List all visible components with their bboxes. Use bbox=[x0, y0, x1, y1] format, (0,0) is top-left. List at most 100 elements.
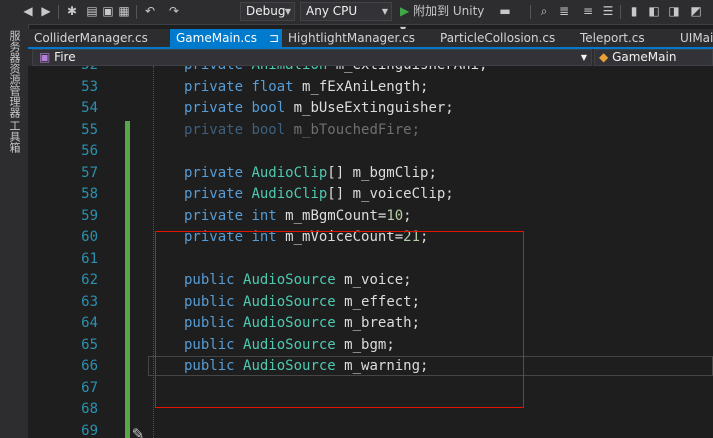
tab-label: ColliderManager.cs bbox=[34, 31, 148, 45]
code-line[interactable]: 58 private AudioClip[] m_voiceClip; bbox=[28, 184, 713, 206]
code-token: private bbox=[184, 100, 252, 116]
code-token: m_fExAniLength; bbox=[302, 78, 429, 95]
clear-bookmarks-icon[interactable]: ◩ bbox=[688, 3, 704, 20]
platform-dropdown[interactable]: Any CPU ▼ bbox=[300, 2, 392, 21]
open-file-icon[interactable]: ▤ bbox=[84, 3, 100, 20]
annotation-highlight-box bbox=[155, 231, 524, 408]
code-line[interactable]: 52 private Animation m_extinguisherAni; bbox=[28, 66, 713, 77]
code-token: private bbox=[184, 66, 251, 73]
line-number: 65 bbox=[81, 336, 98, 353]
line-number: 61 bbox=[81, 250, 98, 267]
class-name: GameMain bbox=[612, 50, 677, 64]
line-number: 64 bbox=[81, 315, 98, 331]
class-icon: ◆ bbox=[599, 50, 609, 64]
code-token: 10 bbox=[386, 207, 404, 224]
code-token: float bbox=[251, 78, 303, 95]
code-token: int bbox=[251, 207, 286, 224]
toolbar-separator bbox=[58, 5, 59, 19]
code-text: private bool m_bTouchedFire; bbox=[184, 120, 420, 141]
code-token: private bbox=[184, 164, 252, 181]
code-token: bool bbox=[251, 100, 294, 116]
chevron-down-icon: ▼ bbox=[284, 7, 291, 16]
project-name: Fire bbox=[54, 50, 76, 64]
next-bookmark-icon[interactable]: ◨ bbox=[666, 3, 682, 20]
back-icon[interactable]: ◀ bbox=[20, 3, 36, 20]
project-dropdown[interactable]: ▣ Fire ▼ bbox=[32, 49, 592, 66]
line-number: 52 bbox=[28, 66, 98, 76]
code-token: private bbox=[184, 186, 252, 202]
save-icon[interactable]: ▣ bbox=[100, 3, 116, 20]
code-text: private bool m_bUseExtinguisher; bbox=[184, 98, 454, 119]
debug-target-icon[interactable]: ▬ bbox=[497, 3, 513, 20]
navigation-bar: ▣ Fire ▼ ◆ GameMain bbox=[28, 49, 713, 67]
code-line[interactable]: 69 bbox=[28, 421, 713, 438]
code-line[interactable]: 57 private AudioClip[] m_bgmClip; bbox=[28, 163, 713, 185]
line-number: 59 bbox=[81, 207, 98, 224]
line-number: 58 bbox=[81, 186, 98, 202]
tab-particlecollosion[interactable]: ParticleCollosion.cs bbox=[434, 29, 574, 48]
code-text: private float m_fExAniLength; bbox=[184, 77, 428, 98]
line-number: 57 bbox=[81, 164, 98, 181]
code-line[interactable]: 59 private int m_mBgmCount=10; bbox=[28, 206, 713, 228]
code-line[interactable]: 55 private bool m_bTouchedFire; bbox=[28, 120, 713, 142]
code-token: m_mBgmCount= bbox=[285, 207, 387, 224]
attach-unity-button[interactable]: ▶ 附加到 Unity ▼ bbox=[400, 3, 492, 34]
code-line[interactable]: 54 private bool m_bUseExtinguisher; bbox=[28, 98, 713, 120]
uncomment-icon[interactable]: ☰ bbox=[600, 3, 616, 20]
document-tab-bar: ColliderManager.cs GameMain.cs ⊐ × Hight… bbox=[28, 29, 713, 48]
attach-unity-label: 附加到 Unity bbox=[413, 4, 485, 18]
code-text: private int m_mBgmCount=10; bbox=[184, 206, 412, 227]
tab-gamemain[interactable]: GameMain.cs ⊐ × bbox=[170, 29, 282, 48]
comment-icon[interactable]: ≡ bbox=[580, 3, 596, 20]
chevron-down-icon: ▼ bbox=[580, 53, 587, 62]
code-token: ; bbox=[403, 207, 412, 224]
code-token: private bbox=[184, 78, 252, 95]
code-token: AudioClip bbox=[251, 186, 328, 202]
code-token: private bbox=[184, 207, 252, 224]
toolbox-tab[interactable]: 工具箱 bbox=[6, 120, 22, 153]
code-token: AudioClip bbox=[251, 164, 328, 181]
tab-hightlightmanager[interactable]: HightlightManager.cs bbox=[282, 29, 432, 48]
class-dropdown[interactable]: ◆ GameMain bbox=[594, 49, 713, 66]
code-text: private AudioClip[] m_bgmClip; bbox=[184, 163, 437, 184]
line-number: 63 bbox=[81, 293, 98, 310]
toolbar-separator bbox=[136, 5, 137, 19]
play-icon: ▶ bbox=[400, 4, 410, 18]
line-number: 55 bbox=[81, 121, 98, 138]
tab-collidermanager[interactable]: ColliderManager.cs bbox=[28, 29, 168, 48]
code-token: m_extinguisherAni; bbox=[336, 66, 488, 73]
configuration-dropdown[interactable]: Debug ▼ bbox=[240, 2, 295, 21]
line-number: 53 bbox=[81, 78, 98, 95]
format-icon[interactable]: ≣ bbox=[556, 3, 572, 20]
code-token: bool bbox=[251, 121, 294, 138]
tab-teleport[interactable]: Teleport.cs bbox=[574, 29, 674, 48]
code-line[interactable]: 56 bbox=[28, 141, 713, 163]
undo-icon[interactable]: ↶ bbox=[142, 3, 158, 20]
prev-bookmark-icon[interactable]: ◧ bbox=[646, 3, 662, 20]
code-token: [] m_voiceClip; bbox=[327, 186, 454, 202]
tab-label: UIMain bbox=[680, 31, 713, 45]
code-token: m_bUseExtinguisher; bbox=[293, 100, 454, 116]
toolbar-separator bbox=[530, 5, 531, 19]
server-explorer-tab[interactable]: 服务器资源管理器 bbox=[6, 30, 22, 118]
tab-uimain[interactable]: UIMain bbox=[674, 29, 713, 48]
new-project-icon[interactable]: ✱ bbox=[64, 3, 80, 20]
tab-label: GameMain.cs bbox=[176, 31, 258, 45]
platform-value: Any CPU bbox=[306, 4, 358, 18]
main-toolbar: ◀ ▶ ✱ ▤ ▣ ▦ ↶ ↷ Debug ▼ Any CPU ▼ ▶ 附加到 … bbox=[0, 0, 713, 34]
forward-icon[interactable]: ▶ bbox=[38, 3, 54, 20]
line-number: 60 bbox=[81, 229, 98, 245]
configuration-value: Debug bbox=[246, 4, 286, 18]
save-all-icon[interactable]: ▦ bbox=[116, 3, 132, 20]
pin-icon[interactable]: ⊐ bbox=[269, 31, 279, 45]
toolbar-separator bbox=[620, 5, 621, 19]
find-icon[interactable]: ⌕ bbox=[536, 3, 552, 20]
tab-label: Teleport.cs bbox=[580, 31, 645, 45]
bookmark-icon[interactable]: ▮ bbox=[626, 3, 642, 20]
redo-icon[interactable]: ↷ bbox=[166, 3, 182, 20]
tab-label: HightlightManager.cs bbox=[288, 31, 416, 45]
line-number: 67 bbox=[81, 379, 98, 396]
code-token: private bbox=[184, 121, 252, 138]
csharp-project-icon: ▣ bbox=[39, 50, 51, 64]
code-line[interactable]: 53 private float m_fExAniLength; bbox=[28, 77, 713, 99]
